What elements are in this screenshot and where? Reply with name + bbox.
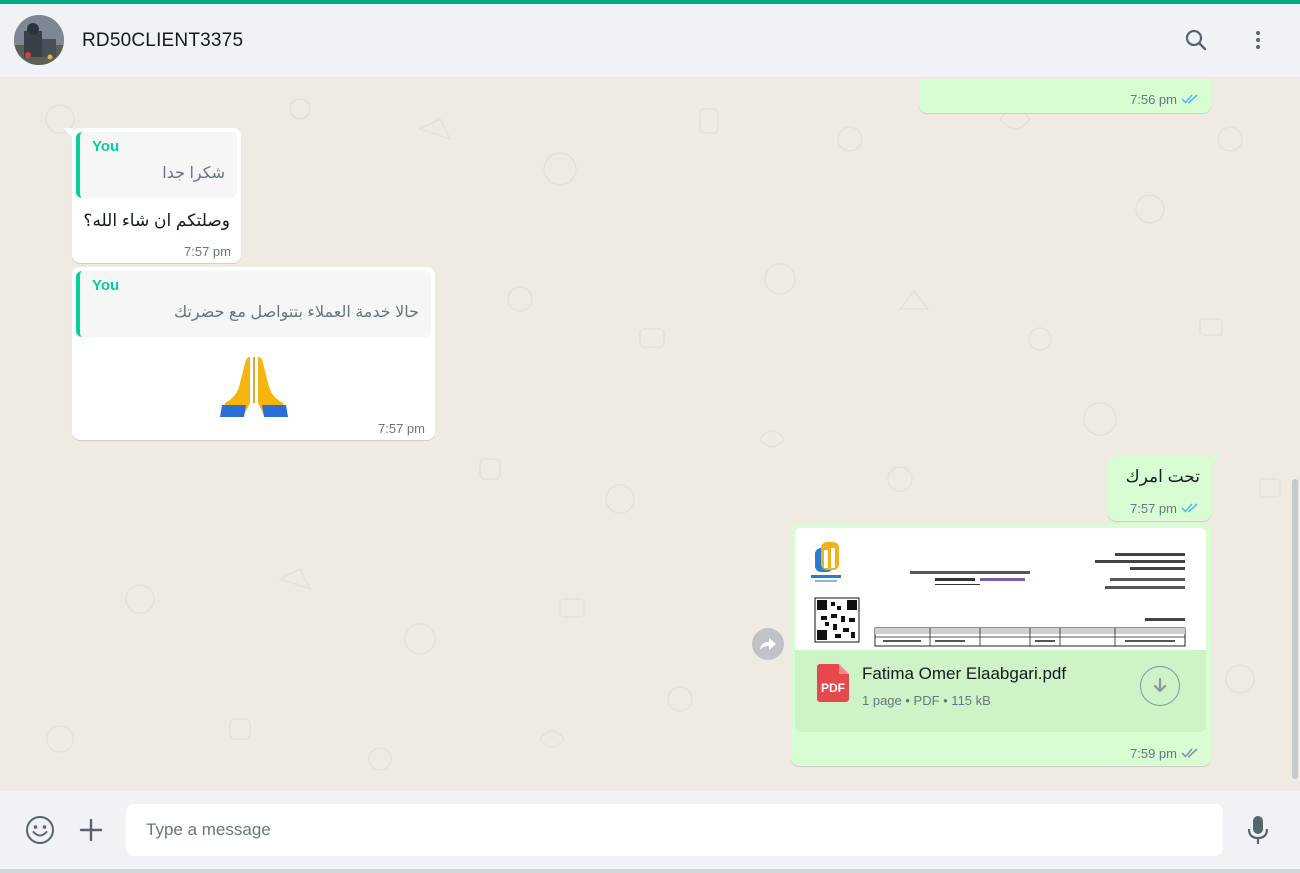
message-time: 7:57 pm	[184, 244, 231, 259]
quoted-message[interactable]: You حالا خدمة العملاء بتتواصل مع حضرتك	[76, 271, 431, 337]
message-outgoing[interactable]: 7:56 pm	[919, 79, 1211, 113]
composer-bar	[0, 791, 1300, 869]
read-ticks-icon	[1181, 748, 1198, 758]
message-time: 7:57 pm	[1130, 501, 1177, 516]
download-icon[interactable]	[1140, 666, 1180, 706]
message-list[interactable]: 7:56 pm You شكرا جدا وصلتكم ان شاء الله؟…	[0, 79, 1300, 791]
chat-scrollbar[interactable]	[1292, 479, 1298, 779]
forward-icon[interactable]	[752, 628, 784, 660]
search-icon[interactable]	[1182, 26, 1210, 54]
pdf-file-icon: PDF	[817, 664, 849, 702]
chat-header[interactable]: RD50CLIENT3375	[0, 4, 1300, 78]
emoji-icon[interactable]	[24, 814, 56, 846]
message-incoming[interactable]: You حالا خدمة العملاء بتتواصل مع حضرتك 7…	[72, 267, 435, 440]
document-info[interactable]: PDF Fatima Omer Elaabgari.pdf 1 page • P…	[795, 650, 1206, 732]
quote-author: You	[92, 138, 120, 155]
plus-icon[interactable]	[75, 814, 107, 846]
quote-text: حالا خدمة العملاء بتتواصل مع حضرتك	[173, 304, 419, 321]
praying-hands-emoji	[220, 349, 288, 417]
document-message[interactable]: PDF Fatima Omer Elaabgari.pdf 1 page • P…	[791, 524, 1211, 766]
quote-text: شكرا جدا	[162, 165, 225, 182]
file-name[interactable]: Fatima Omer Elaabgari.pdf	[862, 664, 1066, 684]
quoted-message[interactable]: You شكرا جدا	[76, 132, 237, 198]
message-text: تحت امرك	[1125, 467, 1200, 486]
microphone-icon[interactable]	[1242, 814, 1274, 846]
message-text: وصلتكم ان شاء الله؟	[83, 211, 230, 230]
message-time: 7:59 pm	[1130, 746, 1177, 761]
message-outgoing[interactable]: تحت امرك 7:57 pm	[1108, 456, 1211, 521]
bottom-divider	[0, 869, 1300, 873]
quote-author: You	[92, 277, 120, 294]
contact-name[interactable]: RD50CLIENT3375	[82, 30, 243, 52]
avatar[interactable]	[14, 15, 64, 65]
document-preview[interactable]	[795, 528, 1206, 650]
message-time: 7:56 pm	[1130, 92, 1177, 107]
message-incoming[interactable]: You شكرا جدا وصلتكم ان شاء الله؟ 7:57 pm	[72, 128, 241, 263]
read-ticks-icon	[1181, 94, 1198, 104]
message-time: 7:57 pm	[378, 421, 425, 436]
message-input[interactable]	[126, 804, 1223, 856]
read-ticks-icon	[1181, 503, 1198, 513]
bubble-tail	[1210, 456, 1220, 466]
file-meta: 1 page • PDF • 115 kB	[862, 693, 991, 708]
menu-kebab-icon[interactable]	[1244, 26, 1272, 54]
